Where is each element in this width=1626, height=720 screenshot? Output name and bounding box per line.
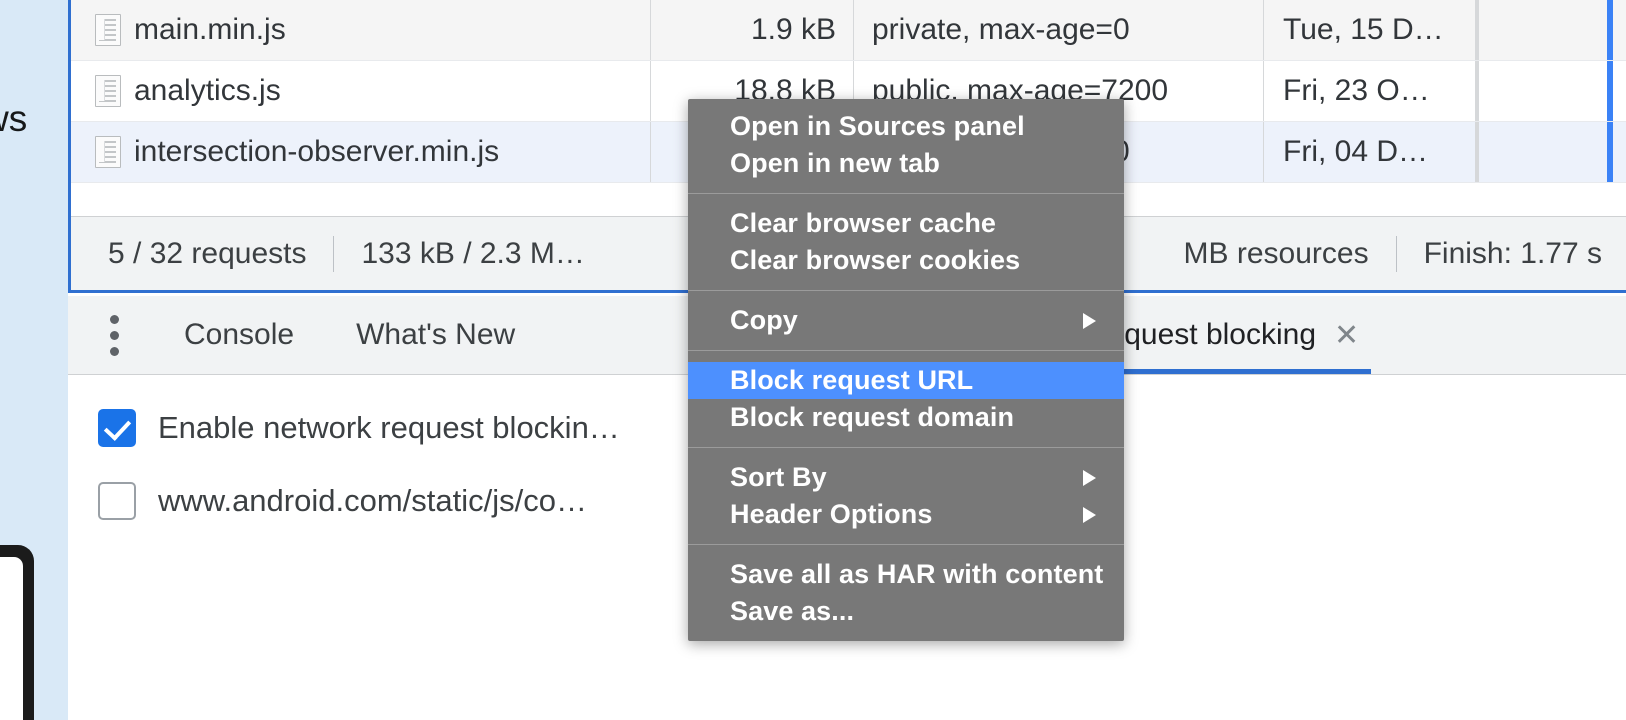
- close-icon[interactable]: ✕: [1334, 318, 1359, 353]
- phone-illustration: [0, 545, 34, 720]
- waterfall-load-line: [1607, 61, 1613, 121]
- request-name-text: intersection-observer.min.js: [134, 135, 500, 168]
- request-cache-control-cell: private, max-age=0: [854, 0, 1264, 60]
- menu-item-label: Header Options: [730, 499, 933, 529]
- table-row[interactable]: main.min.js 1.9 kB private, max-age=0 Tue, …: [71, 0, 1626, 61]
- menu-item-open-in-new-tab[interactable]: Open in new tab: [688, 145, 1124, 182]
- request-date-cell: Fri, 23 O…: [1264, 61, 1476, 121]
- request-date-cell: Tue, 15 D…: [1264, 0, 1476, 60]
- request-date-cell: Fri, 04 D…: [1264, 122, 1476, 182]
- menu-item-header-options[interactable]: Header Options: [688, 496, 1124, 533]
- menu-item-label: Open in Sources panel: [730, 111, 1025, 141]
- status-transferred: 133 kB / 2.3 M…: [361, 236, 585, 270]
- status-resources: MB resources: [1183, 236, 1369, 270]
- menu-item-label: Open in new tab: [730, 148, 941, 178]
- menu-item-sort-by[interactable]: Sort By: [688, 459, 1124, 496]
- menu-separator: [688, 447, 1124, 448]
- menu-item-label: Block request domain: [730, 402, 1015, 432]
- page-content-behind-devtools: ws: [0, 0, 68, 720]
- more-vertical-icon[interactable]: [110, 314, 119, 356]
- block-pattern-label: www.android.com/static/js/co…: [158, 483, 587, 518]
- menu-item-label: Save all as HAR with content: [730, 559, 1104, 589]
- request-name-text: analytics.js: [134, 74, 281, 107]
- menu-item-copy[interactable]: Copy: [688, 302, 1124, 339]
- status-finish: Finish: 1.77 s: [1423, 236, 1602, 270]
- waterfall-divider: [1476, 122, 1479, 182]
- menu-item-label: Clear browser cache: [730, 208, 997, 238]
- network-context-menu[interactable]: Open in Sources panel Open in new tab Clea…: [688, 99, 1124, 641]
- menu-item-clear-browser-cookies[interactable]: Clear browser cookies: [688, 242, 1124, 279]
- request-date-text: Fri, 23 O…: [1283, 74, 1430, 107]
- menu-separator: [688, 290, 1124, 291]
- submenu-arrow-icon: [1083, 506, 1096, 523]
- devtools-screenshot: ws main.min.js 1.9 kB private, max-age=0 Tu…: [0, 0, 1626, 720]
- tab-console[interactable]: Console: [164, 296, 314, 374]
- menu-separator: [688, 193, 1124, 194]
- request-cache-control-text: private, max-age=0: [872, 13, 1130, 46]
- request-date-text: Tue, 15 D…: [1283, 13, 1444, 46]
- waterfall-load-line: [1607, 122, 1613, 182]
- request-name-cell[interactable]: intersection-observer.min.js: [71, 122, 651, 182]
- waterfall-load-line: [1607, 0, 1613, 60]
- page-partial-text: ws: [0, 98, 28, 139]
- menu-separator: [688, 350, 1124, 351]
- phone-screen: [0, 557, 23, 720]
- tab-what-s-new[interactable]: What's New: [336, 296, 535, 374]
- request-size-text: 1.9 kB: [750, 13, 836, 46]
- enable-blocking-checkbox[interactable]: [98, 409, 136, 447]
- submenu-arrow-icon: [1083, 469, 1096, 486]
- menu-item-clear-browser-cache[interactable]: Clear browser cache: [688, 205, 1124, 242]
- request-waterfall-cell: [1476, 61, 1626, 121]
- menu-item-label: Clear browser cookies: [730, 245, 1021, 275]
- js-file-icon: [95, 136, 121, 168]
- request-date-text: Fri, 04 D…: [1283, 135, 1429, 168]
- menu-item-label: Save as...: [730, 596, 855, 626]
- request-name-cell[interactable]: main.min.js: [71, 0, 651, 60]
- menu-separator: [688, 544, 1124, 545]
- menu-item-open-in-sources-panel[interactable]: Open in Sources panel: [688, 108, 1124, 145]
- submenu-arrow-icon: [1083, 312, 1096, 329]
- menu-item-label: Copy: [730, 305, 798, 335]
- request-waterfall-cell: [1476, 0, 1626, 60]
- request-name-cell[interactable]: analytics.js: [71, 61, 651, 121]
- waterfall-divider: [1476, 0, 1479, 60]
- drawer-tab-label: Console: [184, 318, 295, 351]
- menu-item-label: Sort By: [730, 462, 827, 492]
- status-divider-2: [1395, 235, 1397, 272]
- status-requests: 5 / 32 requests: [108, 236, 307, 270]
- js-file-icon: [95, 75, 121, 107]
- drawer-tab-label: What's New: [356, 318, 516, 351]
- js-file-icon: [95, 14, 121, 46]
- request-name-text: main.min.js: [134, 13, 286, 46]
- status-divider: [333, 235, 335, 272]
- menu-item-save-all-as-har-with-content[interactable]: Save all as HAR with content: [688, 556, 1124, 593]
- block-pattern-checkbox[interactable]: [98, 482, 136, 520]
- menu-item-block-request-domain[interactable]: Block request domain: [688, 399, 1124, 436]
- waterfall-divider: [1476, 61, 1479, 121]
- request-size-cell: 1.9 kB: [651, 0, 854, 60]
- menu-item-save-as[interactable]: Save as...: [688, 593, 1124, 630]
- menu-item-block-request-url[interactable]: Block request URL: [688, 362, 1124, 399]
- devtools-window: main.min.js 1.9 kB private, max-age=0 Tue, …: [68, 0, 1626, 720]
- menu-item-label: Block request URL: [730, 365, 974, 395]
- enable-blocking-label: Enable network request blockin…: [158, 410, 620, 445]
- request-waterfall-cell: [1476, 122, 1626, 182]
